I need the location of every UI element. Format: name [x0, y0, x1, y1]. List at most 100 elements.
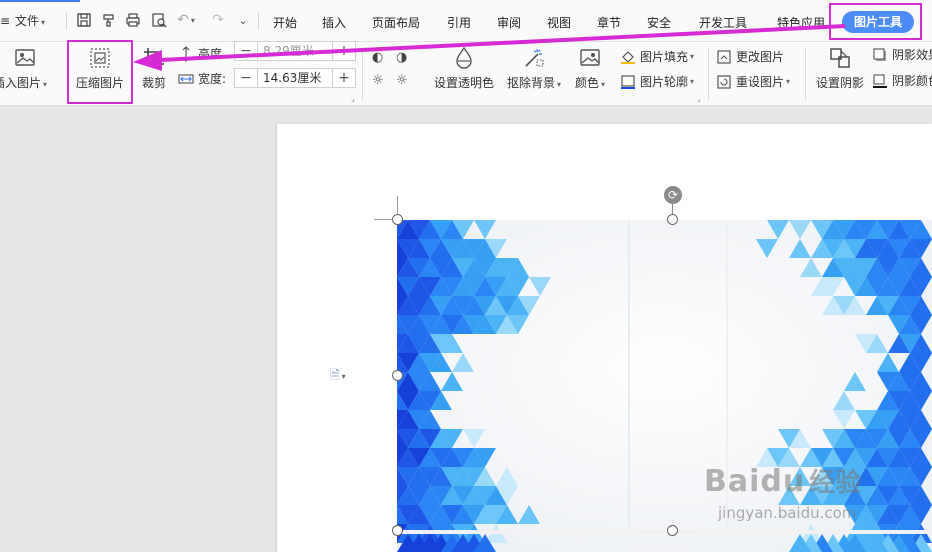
brightness-down-icon: ☼: [396, 73, 408, 88]
ribbon-divider: [708, 48, 709, 100]
compress-picture-highlight-box: [67, 40, 133, 104]
tab-developer[interactable]: 开发工具: [699, 14, 747, 31]
insert-picture-button[interactable]: 插入图片▾: [0, 46, 50, 91]
format-painter-button[interactable]: [99, 10, 119, 30]
tab-view[interactable]: 视图: [547, 14, 571, 31]
brightness-decrease-button[interactable]: ☼: [396, 73, 408, 88]
watermark-url: jingyan.baidu.com: [718, 504, 857, 522]
tab-review[interactable]: 审阅: [497, 14, 521, 31]
picture-fill-label: 图片填充: [640, 50, 689, 64]
tab-sections[interactable]: 章节: [597, 14, 621, 31]
picture-tools-highlight-box: [829, 3, 922, 40]
paragraph-layout-icon[interactable]: 🗎 ▾: [330, 366, 346, 387]
printer-icon: [126, 13, 140, 27]
width-icon: [178, 73, 194, 84]
size-dialog-launcher-icon[interactable]: ⌟: [351, 94, 355, 103]
width-value[interactable]: 14.63厘米: [257, 69, 333, 87]
width-decrease-button[interactable]: −: [235, 69, 257, 87]
ribbon-divider: [805, 48, 806, 100]
top-toolbar: ≡ 文件 ▾ ↶ ▾ ↷ ⌄ 开始 插入 页面布局 引用 审阅 视图 章节 安全 开发…: [0, 0, 932, 42]
shadow-effect-button[interactable]: 阴影效果: [872, 46, 932, 63]
save-button[interactable]: [74, 10, 94, 30]
chevron-down-icon: ▾: [41, 18, 46, 27]
color-label: 颜色: [574, 76, 599, 90]
ribbon-divider: [362, 48, 363, 100]
chevron-down-icon: ⌄: [238, 13, 248, 27]
tab-page-layout[interactable]: 页面布局: [372, 14, 420, 31]
insert-picture-label: 插入图片: [0, 76, 41, 90]
chevron-down-icon: ▾: [557, 80, 562, 89]
shadow-effect-label: 阴影效果: [892, 48, 932, 62]
brightness-up-icon: ☼: [372, 73, 384, 88]
change-picture-button[interactable]: 更改图片: [716, 48, 784, 65]
crop-label: 裁剪: [141, 76, 166, 90]
customize-quick-access-button[interactable]: ⌄: [233, 10, 253, 30]
width-stepper[interactable]: − 14.63厘米 +: [234, 68, 356, 88]
rotate-handle[interactable]: ⟳: [664, 186, 682, 204]
tab-home[interactable]: 开始: [273, 14, 297, 31]
shadow-effect-icon: [873, 47, 886, 61]
selected-picture[interactable]: [397, 220, 932, 552]
brightness-increase-button[interactable]: ☼: [372, 73, 384, 88]
resize-handle-bottom-left[interactable]: [392, 525, 403, 536]
watermark-brand: Baidu: [704, 464, 806, 499]
save-icon: [77, 13, 91, 27]
watermark-brand-cn: 经验: [809, 468, 862, 498]
rotate-icon: ⟳: [667, 188, 679, 202]
format-painter-icon: [103, 14, 114, 27]
reset-picture-icon: [717, 74, 731, 89]
picture-style-dialog-launcher-icon[interactable]: ⌟: [697, 94, 701, 103]
set-shadow-button[interactable]: 设置阴影: [813, 46, 867, 91]
outline-icon: [621, 74, 635, 89]
shadow-color-button[interactable]: 阴影颜色: [872, 72, 932, 89]
crop-button[interactable]: 裁剪: [138, 46, 170, 91]
toolbar-divider: [258, 12, 259, 30]
resize-handle-left[interactable]: [392, 370, 403, 381]
height-icon: [182, 45, 190, 62]
print-button[interactable]: [123, 10, 143, 30]
file-menu-button[interactable]: ≡ 文件 ▾: [0, 12, 45, 29]
picture-outline-label: 图片轮廓: [640, 75, 689, 89]
resize-handle-top[interactable]: [667, 214, 678, 225]
tab-security[interactable]: 安全: [647, 14, 671, 31]
ribbon-picture-tools: 插入图片▾ 压缩图片 裁剪 高度 − 8.29厘米 + 宽度: − 14.63厘…: [0, 41, 932, 106]
height-increase-button[interactable]: +: [333, 42, 355, 60]
window-accent-bar: [0, 0, 80, 2]
set-shadow-label: 设置阴影: [815, 76, 864, 90]
height-stepper[interactable]: − 8.29厘米 +: [234, 41, 356, 61]
menu-icon: ≡: [0, 14, 11, 28]
tab-special-apps[interactable]: 特色应用: [777, 14, 825, 31]
set-transparent-color-button[interactable]: 设置透明色: [432, 46, 496, 91]
contrast-decrease-button[interactable]: ◑: [396, 50, 407, 65]
magic-wand-icon: [525, 49, 544, 67]
remove-background-button[interactable]: 抠除背景 ▾: [505, 46, 563, 91]
redo-button[interactable]: ↷: [208, 10, 228, 30]
picture-fill-button[interactable]: 图片填充 ▾: [620, 48, 694, 65]
contrast-increase-button[interactable]: ◐: [372, 50, 383, 65]
redo-icon: ↷: [212, 12, 224, 28]
tab-references[interactable]: 引用: [447, 14, 471, 31]
print-preview-button[interactable]: [149, 10, 169, 30]
undo-icon: ↶: [177, 12, 189, 28]
file-menu-label: 文件: [15, 14, 40, 28]
resize-handle-top-left[interactable]: [392, 214, 403, 225]
fill-bucket-icon: [621, 50, 635, 64]
set-transparent-label: 设置透明色: [433, 76, 494, 90]
toolbar-divider: [66, 12, 67, 30]
tab-insert[interactable]: 插入: [322, 14, 346, 31]
height-label-group: 高度: [178, 45, 222, 62]
picture-outline-button[interactable]: 图片轮廓 ▾: [620, 73, 694, 90]
chevron-down-icon: ▾: [43, 80, 48, 89]
undo-button[interactable]: ↶ ▾: [176, 10, 196, 30]
change-picture-label: 更改图片: [736, 50, 785, 64]
picture-color-icon: [580, 49, 600, 66]
height-value[interactable]: 8.29厘米: [257, 42, 333, 60]
color-button[interactable]: 颜色 ▾: [572, 46, 608, 91]
width-increase-button[interactable]: +: [333, 69, 355, 87]
resize-handle-bottom[interactable]: [667, 525, 678, 536]
width-label-group: 宽度:: [178, 70, 226, 87]
reset-picture-button[interactable]: 重设图片 ▾: [716, 73, 790, 90]
crop-icon: [144, 48, 164, 68]
chevron-down-icon: ▾: [601, 80, 606, 89]
height-decrease-button[interactable]: −: [235, 42, 257, 60]
